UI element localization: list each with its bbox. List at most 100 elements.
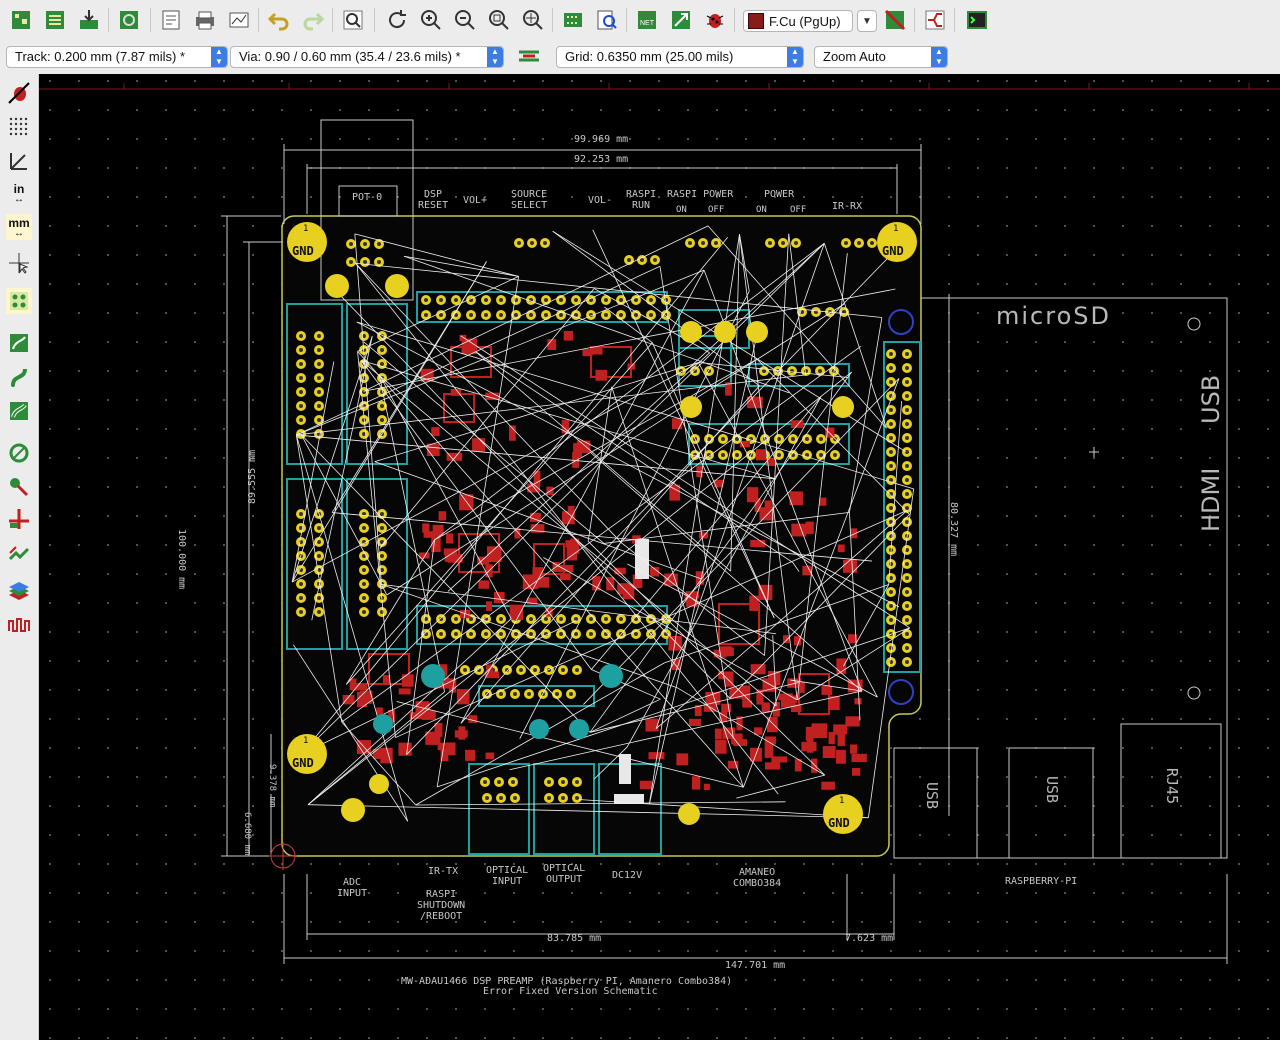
zoom-value: Zoom Auto xyxy=(823,49,886,64)
footprint-browser-icon[interactable] xyxy=(560,7,586,33)
netlist-icon[interactable]: NET xyxy=(634,7,660,33)
pad-drill xyxy=(653,258,657,262)
smd-pad xyxy=(828,732,835,745)
label-raspi-power-on: ON xyxy=(676,205,687,215)
drc-markers-icon[interactable] xyxy=(6,80,32,106)
page-setup-icon[interactable] xyxy=(158,7,184,33)
pad-drill xyxy=(905,646,909,650)
pad-drill xyxy=(805,437,809,441)
pad-drill xyxy=(905,632,909,636)
zoom-selection-icon[interactable] xyxy=(520,7,546,33)
auto-track-width-icon[interactable] xyxy=(516,43,542,69)
highlight-net-icon[interactable] xyxy=(6,474,32,500)
pad-drill xyxy=(299,596,303,600)
pcb-canvas[interactable]: 99.969 mm 92.253 mm 100.000 mm 89.555 mm… xyxy=(39,74,1280,1040)
plot-icon[interactable] xyxy=(226,7,252,33)
interactive-router-icon[interactable] xyxy=(922,7,948,33)
gnd-label: GND xyxy=(882,244,904,258)
pad-drill xyxy=(905,422,909,426)
zoom-fit-icon[interactable] xyxy=(486,7,512,33)
zoom-in-icon[interactable] xyxy=(418,7,444,33)
track-width-select[interactable]: Track: 0.200 mm (7.87 mils) * ▲ ▼ xyxy=(6,46,228,68)
grid-select[interactable]: Grid: 0.6350 mm (25.00 mils) ▲ ▼ xyxy=(556,46,804,68)
pad-drill xyxy=(299,362,303,366)
label-adc-input: ADC INPUT xyxy=(337,877,368,899)
search-footprint-icon[interactable] xyxy=(594,7,620,33)
pad-drill xyxy=(889,618,893,622)
grid-display-icon[interactable] xyxy=(6,114,32,140)
pad-drill xyxy=(469,313,473,317)
microwave-tools-icon[interactable] xyxy=(6,612,32,638)
pad-drill xyxy=(499,298,503,302)
print-icon[interactable] xyxy=(192,7,218,33)
dim-bottom-small: 7.623 mm xyxy=(845,933,894,944)
units-mm-button[interactable]: mm ↔ xyxy=(6,214,32,240)
pad-drill xyxy=(380,418,384,422)
board-setup-icon[interactable] xyxy=(8,7,34,33)
via-outline-icon[interactable] xyxy=(6,440,32,466)
pad-drill xyxy=(905,436,909,440)
via-size-select[interactable]: Via: 0.90 / 0.60 mm (35.4 / 23.6 mils) *… xyxy=(230,46,504,68)
pad-drill xyxy=(819,437,823,441)
layer-selector[interactable]: F.Cu (PgUp) xyxy=(743,10,853,32)
redo-icon[interactable] xyxy=(300,7,326,33)
cursor-shape-icon[interactable] xyxy=(6,250,32,276)
label-raspi-shutdown: RASPI SHUTDOWN /REBOOT xyxy=(417,889,466,922)
pad-drill xyxy=(380,348,384,352)
pad-drill xyxy=(819,453,823,457)
pad-drill xyxy=(790,369,794,373)
pad-drill xyxy=(619,313,623,317)
pad-drill xyxy=(380,526,384,530)
layers-manager-icon[interactable] xyxy=(6,578,32,604)
redraw-icon[interactable] xyxy=(384,7,410,33)
smd-pad xyxy=(714,739,727,754)
units-inch-button[interactable]: in ↔ xyxy=(6,180,32,206)
pad-drill xyxy=(299,334,303,338)
pad-drill xyxy=(499,617,503,621)
pad-drill xyxy=(649,313,653,317)
track-outline-icon[interactable] xyxy=(6,398,32,424)
label-usb-1: USB xyxy=(923,782,941,810)
options-toolbar: Track: 0.200 mm (7.87 mils) * ▲ ▼ Via: 0.… xyxy=(0,42,1280,74)
pad-drill xyxy=(735,453,739,457)
undo-icon[interactable] xyxy=(266,7,292,33)
pad-drill xyxy=(649,298,653,302)
layer-pair-icon[interactable] xyxy=(882,7,908,33)
smd-pad xyxy=(811,758,818,773)
curved-ratsnest-icon[interactable] xyxy=(6,364,32,390)
import-netlist-icon[interactable] xyxy=(76,7,102,33)
board-settings-icon[interactable] xyxy=(116,7,142,33)
scripting-console-icon[interactable] xyxy=(964,7,990,33)
pad-drill xyxy=(499,692,503,696)
smd-pad xyxy=(741,685,751,701)
pad-drill xyxy=(517,241,521,245)
smd-pad xyxy=(821,781,835,790)
pcb-drawing xyxy=(39,74,1280,1040)
show-ratsnest-icon[interactable] xyxy=(6,330,32,356)
pad-drill xyxy=(575,668,579,672)
pad-drill xyxy=(317,348,321,352)
smd-pad xyxy=(671,418,683,430)
update-pcb-icon[interactable] xyxy=(668,7,694,33)
show-pads-icon[interactable] xyxy=(6,288,32,314)
pad-drill xyxy=(499,313,503,317)
pad-drill xyxy=(499,632,503,636)
zone-outline-icon[interactable] xyxy=(6,540,32,566)
zone-fill-icon[interactable] xyxy=(6,506,32,532)
label-power-off: OFF xyxy=(790,205,807,215)
layer-dropdown-button[interactable]: ▼ xyxy=(857,10,877,32)
find-icon[interactable] xyxy=(340,7,366,33)
up-down-icon: ▲ ▼ xyxy=(487,47,503,67)
label-dsp-reset: DSP RESET xyxy=(418,189,449,211)
component-marker xyxy=(619,754,631,784)
svg-text:NET: NET xyxy=(640,20,655,27)
zoom-out-icon[interactable] xyxy=(452,7,478,33)
up-down-icon: ▲ ▼ xyxy=(787,47,803,67)
smd-pad xyxy=(595,369,608,381)
zoom-select[interactable]: Zoom Auto ▲ ▼ xyxy=(814,46,948,68)
drc-icon[interactable] xyxy=(702,7,728,33)
pad-drill xyxy=(905,366,909,370)
footprint-editor-icon[interactable] xyxy=(42,7,68,33)
polar-coords-icon[interactable] xyxy=(6,148,32,174)
pad-drill xyxy=(857,241,861,245)
